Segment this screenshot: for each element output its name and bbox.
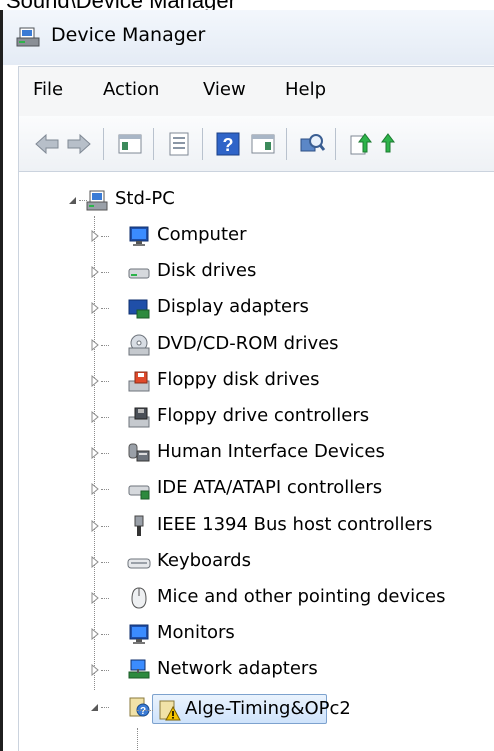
- expand-arrow-icon[interactable]: [89, 374, 101, 387]
- menu-file[interactable]: File: [33, 79, 63, 100]
- update-driver-icon[interactable]: [347, 130, 375, 158]
- tree-item-label: Mice and other pointing devices: [157, 586, 446, 607]
- tree-category[interactable]: Disk drives: [19, 258, 494, 288]
- expand-arrow-icon[interactable]: [89, 592, 101, 604]
- scan-hardware-icon[interactable]: [298, 130, 326, 158]
- tree-item-label: Floppy drive controllers: [157, 405, 370, 426]
- computer-tree-icon: [86, 190, 108, 211]
- dvd-drive-icon: [128, 334, 150, 356]
- tree-category[interactable]: Floppy disk drives: [19, 367, 494, 397]
- menu-help[interactable]: Help: [285, 79, 326, 100]
- tree-device[interactable]: Alge-Timing&OPc2: [19, 696, 494, 726]
- window-title: Device Manager: [51, 24, 206, 46]
- ide-controller-icon: [128, 485, 150, 500]
- expand-arrow-icon[interactable]: [89, 411, 101, 423]
- tree-category[interactable]: Floppy drive controllers: [19, 403, 494, 433]
- show-action-pane-icon[interactable]: [249, 130, 277, 158]
- tree-category[interactable]: Human Interface Devices: [19, 439, 494, 469]
- forward-icon[interactable]: [65, 130, 93, 158]
- menu-bar: File Action View Help: [18, 66, 494, 116]
- tree-category[interactable]: Keyboards: [19, 548, 494, 578]
- expand-arrow-icon[interactable]: [89, 230, 101, 242]
- keyboard-icon: [127, 558, 151, 569]
- tree-item-label: Floppy disk drives: [157, 368, 320, 390]
- device-tree: Std-PC Computer Disk drives Display adapter…: [18, 172, 494, 751]
- menu-action[interactable]: Action: [103, 79, 159, 100]
- back-icon[interactable]: [33, 130, 61, 158]
- tree-item-label: IDE ATA/ATAPI controllers: [157, 477, 383, 499]
- toolbar: ?: [18, 116, 494, 172]
- expand-arrow-icon[interactable]: [89, 338, 101, 351]
- tree-category[interactable]: Display adapters: [19, 294, 494, 324]
- monitor-icon: [129, 624, 149, 645]
- expand-arrow-icon[interactable]: [89, 302, 101, 315]
- expand-arrow-icon[interactable]: [89, 266, 101, 279]
- floppy-controller-icon: [128, 407, 150, 428]
- display-adapter-icon: [128, 299, 150, 319]
- tree-item-label: Computer: [157, 224, 247, 245]
- expand-arrow-icon[interactable]: [89, 519, 101, 532]
- tree-item-label: Network adapters: [157, 658, 318, 680]
- properties-icon[interactable]: [165, 130, 193, 158]
- expand-arrow-icon[interactable]: [89, 447, 101, 460]
- tree-item-label: Monitors: [157, 622, 235, 644]
- warning-device-icon: [159, 700, 181, 721]
- tree-category[interactable]: Network adapters: [19, 656, 494, 686]
- tree-root[interactable]: Std-PC: [19, 186, 494, 216]
- uninstall-icon[interactable]: [381, 130, 395, 158]
- tree-item-label: Human Interface Devices: [157, 441, 385, 463]
- hid-icon: [128, 443, 150, 462]
- monitor-icon: [129, 226, 149, 246]
- expand-arrow-icon[interactable]: [89, 628, 101, 641]
- device-manager-icon: [16, 27, 40, 47]
- floppy-disk-icon: [128, 371, 150, 392]
- tree-category[interactable]: DVD/CD-ROM drives: [19, 331, 494, 361]
- expand-arrow-icon[interactable]: [89, 664, 101, 677]
- expand-arrow-icon[interactable]: [89, 483, 101, 496]
- expand-arrow-icon[interactable]: [89, 555, 101, 568]
- tree-item-label: Disk drives: [157, 260, 257, 282]
- tree-item-label: Keyboards: [157, 549, 251, 571]
- help-icon[interactable]: ?: [214, 130, 242, 158]
- tree-category[interactable]: IEEE 1394 Bus host controllers: [19, 512, 494, 542]
- tree-category[interactable]: Monitors: [19, 620, 494, 650]
- collapse-arrow-icon[interactable]: [67, 194, 79, 206]
- tree-category[interactable]: Computer: [19, 222, 494, 252]
- network-adapter-icon: [128, 659, 150, 679]
- device-manager-window: Device Manager File Action View Help ? S…: [0, 10, 494, 751]
- disk-drive-icon: [128, 268, 150, 279]
- tree-guide-line: [137, 728, 138, 751]
- menu-view[interactable]: View: [203, 79, 246, 100]
- tree-item-label: IEEE 1394 Bus host controllers: [157, 513, 433, 535]
- tree-item-label: Std-PC: [115, 188, 175, 209]
- show-hide-console-tree-icon[interactable]: [116, 130, 144, 158]
- mouse-icon: [131, 587, 147, 609]
- tree-item-label: Display adapters: [157, 296, 309, 318]
- ieee1394-icon: [134, 515, 144, 536]
- title-bar[interactable]: Device Manager: [3, 10, 494, 65]
- tree-category[interactable]: Mice and other pointing devices: [19, 584, 494, 614]
- tree-category[interactable]: IDE ATA/ATAPI controllers: [19, 475, 494, 505]
- svg-text:?: ?: [223, 135, 234, 155]
- tree-item-label: Alge-Timing&OPc2: [185, 698, 351, 719]
- tree-item-label: DVD/CD-ROM drives: [157, 332, 339, 354]
